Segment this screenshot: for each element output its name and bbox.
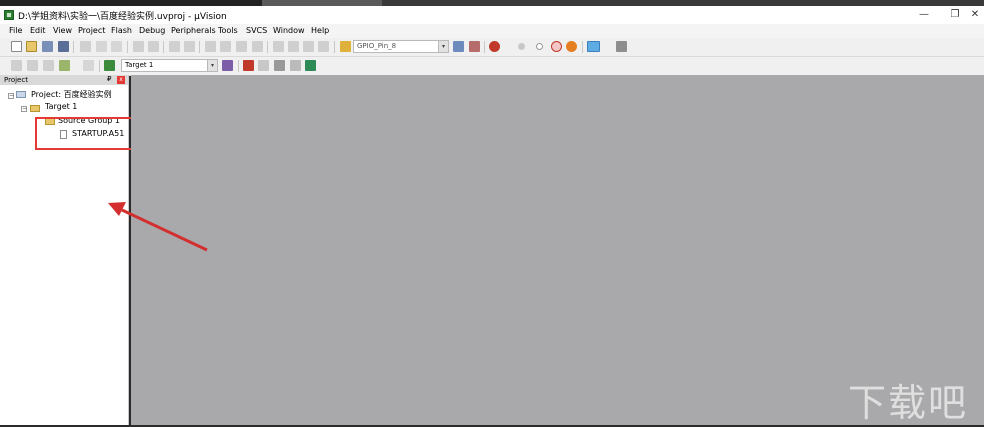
arrow-shaft <box>121 208 208 252</box>
watermark: 下载吧 <box>848 381 969 425</box>
annotation-arrow <box>108 202 208 252</box>
